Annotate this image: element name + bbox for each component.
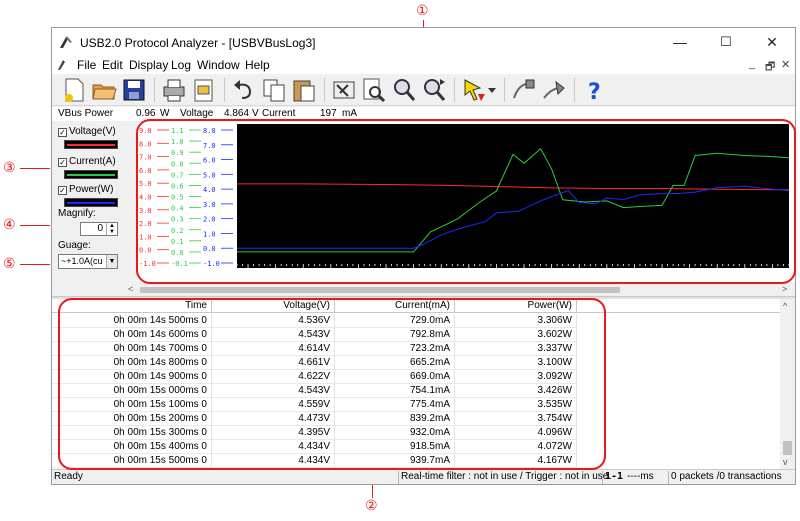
status-filter: Real-time filter : not in use / Trigger …: [398, 471, 610, 484]
power-checkbox[interactable]: ✓: [58, 186, 67, 195]
magnify-value: 0: [97, 223, 103, 234]
vbus-current-label: Current: [262, 108, 296, 119]
power-checkbox-label: Power(W): [69, 184, 114, 195]
scroll-right-icon[interactable]: >: [782, 284, 787, 294]
print-preview-icon[interactable]: [190, 76, 218, 104]
callout-2: ②: [365, 498, 378, 514]
menu-window[interactable]: Window: [197, 58, 240, 72]
menu-bar: File Edit Display Log Window Help _ 🗗 ✕: [52, 56, 795, 74]
save-icon[interactable]: [120, 76, 148, 104]
dropdown-icon[interactable]: [486, 76, 498, 104]
callout-3-line: [20, 168, 50, 169]
power-legend-swatch: [64, 198, 118, 207]
find-next-icon[interactable]: [420, 76, 448, 104]
vbus-voltage-unit: V: [252, 108, 259, 119]
graph-scroll-thumb[interactable]: [140, 287, 620, 293]
toolbar-separator: [574, 78, 575, 102]
current-legend-line: [67, 174, 115, 176]
open-folder-icon[interactable]: [90, 76, 118, 104]
voltage-checkbox-label: Voltage(V): [69, 126, 116, 137]
callout-4: ④: [3, 217, 16, 233]
vbus-voltage-label: Voltage: [180, 108, 214, 119]
trigger-icon[interactable]: [460, 76, 488, 104]
scroll-left-icon[interactable]: <: [128, 284, 133, 294]
menu-log[interactable]: Log: [171, 58, 191, 72]
toolbar: ?: [52, 74, 795, 106]
voltage-checkbox-row[interactable]: ✓ Voltage(V): [58, 126, 116, 137]
table-scroll-thumb[interactable]: [783, 441, 792, 455]
current-checkbox-row[interactable]: ✓ Current(A): [58, 156, 116, 167]
menu-display[interactable]: Display: [129, 58, 168, 72]
magnify-spin-buttons[interactable]: ▲ ▼: [106, 223, 117, 235]
menu-edit[interactable]: Edit: [102, 58, 123, 72]
callout-3: ③: [3, 160, 16, 176]
status-ready: Ready: [54, 471, 83, 482]
current-checkbox-label: Current(A): [69, 156, 116, 167]
maximize-button[interactable]: ☐: [703, 28, 749, 56]
voltage-legend-swatch: [64, 140, 118, 149]
help-icon[interactable]: ?: [580, 76, 608, 104]
callout-1-frame: [136, 119, 796, 284]
vbus-current-unit: mA: [342, 108, 357, 119]
document-menu-icon[interactable]: [56, 58, 70, 72]
close-button[interactable]: ✕: [749, 28, 795, 56]
search-document-icon[interactable]: [360, 76, 388, 104]
paste-icon[interactable]: [290, 76, 318, 104]
status-bar: Ready Real-time filter : not in use / Tr…: [52, 469, 795, 484]
scroll-up-icon[interactable]: ^: [783, 301, 787, 311]
status-range: 1-1: [602, 471, 625, 484]
scroll-down-icon[interactable]: v: [783, 457, 788, 467]
status-ms: ----ms: [627, 471, 654, 482]
toolbar-separator: [454, 78, 455, 102]
mdi-close-button[interactable]: ✕: [781, 58, 790, 71]
callout-5-line: [20, 264, 50, 265]
voltage-checkbox[interactable]: ✓: [58, 128, 67, 137]
analyzer-app-icon: [60, 36, 72, 48]
magnify-spinbox[interactable]: 0 ▲ ▼: [80, 222, 118, 236]
mdi-minimize-button[interactable]: _: [749, 58, 755, 70]
title-bar: USB2.0 Protocol Analyzer - [USBVBusLog3]…: [52, 28, 795, 56]
callout-4-line: [20, 225, 50, 226]
toolbar-separator: [224, 78, 225, 102]
vbus-power-unit: W: [160, 108, 170, 119]
graph-control-panel: ✓ Voltage(V) ✓ Current(A) ✓ Power(W) Magnif…: [52, 122, 124, 282]
table-vertical-scrollbar[interactable]: ^ v: [780, 299, 795, 469]
cable-icon[interactable]: [510, 76, 538, 104]
graph-horizontal-scrollbar[interactable]: < >: [124, 284, 795, 296]
minimize-button[interactable]: —: [657, 28, 703, 56]
new-file-icon[interactable]: [60, 76, 88, 104]
voltage-legend-line: [67, 144, 115, 146]
gauge-label: Guage:: [58, 240, 91, 251]
undo-icon[interactable]: [230, 76, 258, 104]
screenshot-root: ① ③ ④ ⑤ ② USB2.0 Protocol Analyzer - [US…: [0, 0, 800, 521]
vbus-voltage-value: 4.864: [224, 108, 250, 119]
vbus-power-label: VBus Power: [58, 108, 114, 119]
power-legend-line: [67, 202, 115, 204]
print-icon[interactable]: [160, 76, 188, 104]
settings-tools-icon[interactable]: [330, 76, 358, 104]
callout-5: ⑤: [3, 256, 16, 272]
window-title: USB2.0 Protocol Analyzer - [USBVBusLog3]: [80, 36, 316, 50]
current-legend-swatch: [64, 170, 118, 179]
zoom-icon[interactable]: [390, 76, 418, 104]
vbus-power-value: 0.96: [136, 108, 156, 119]
chevron-down-icon[interactable]: ▼: [106, 255, 117, 268]
toolbar-separator: [504, 78, 505, 102]
gauge-select[interactable]: ~+1.0A(cu ▼: [58, 254, 118, 269]
menu-help[interactable]: Help: [245, 58, 270, 72]
power-checkbox-row[interactable]: ✓ Power(W): [58, 184, 113, 195]
magnify-label: Magnify:: [58, 208, 96, 219]
toolbar-separator: [154, 78, 155, 102]
callout-1: ①: [416, 3, 429, 19]
current-checkbox[interactable]: ✓: [58, 158, 67, 167]
callout-2-frame: [58, 298, 606, 470]
status-packets: 0 packets /0 transactions: [668, 471, 784, 484]
cable-alt-icon[interactable]: [540, 76, 568, 104]
gauge-selected-value: ~+1.0A(cu: [61, 256, 103, 266]
menu-file[interactable]: File: [77, 58, 96, 72]
toolbar-separator: [324, 78, 325, 102]
vbus-current-value: 197: [320, 108, 337, 119]
svg-text:?: ?: [588, 80, 601, 104]
copy-icon[interactable]: [260, 76, 288, 104]
